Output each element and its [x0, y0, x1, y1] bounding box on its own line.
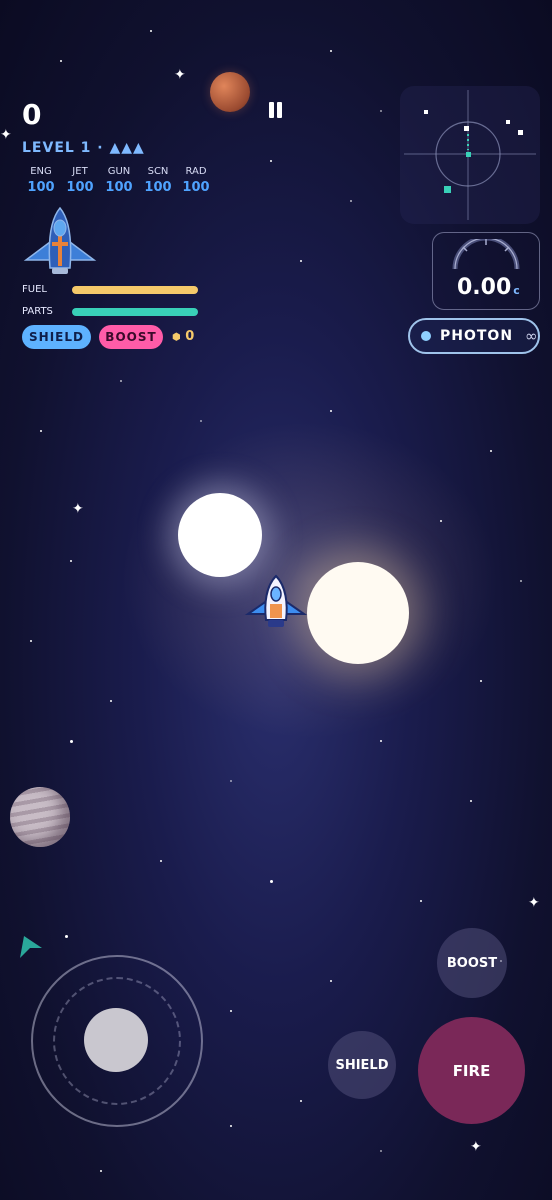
- stat-label: JET: [72, 166, 88, 177]
- fire-button[interactable]: FIRE: [418, 1017, 525, 1124]
- weapon-dot-icon: [421, 331, 431, 341]
- stat-value: 100: [66, 180, 94, 195]
- pause-icon: [269, 102, 274, 118]
- stat-value: 100: [182, 180, 210, 195]
- stat-jet: JET 100: [60, 166, 100, 195]
- direction-arrow-icon: [18, 934, 44, 964]
- pause-button[interactable]: [266, 100, 286, 120]
- stat-scn: SCN 100: [138, 166, 178, 195]
- parts-bar: [72, 308, 198, 316]
- boost-button[interactable]: BOOST: [437, 928, 507, 998]
- coin-count: 0: [185, 329, 195, 344]
- boost-pill: BOOST: [99, 325, 163, 349]
- stat-value: 100: [27, 180, 55, 195]
- stat-label: ENG: [30, 166, 52, 177]
- shield-pill: SHIELD: [22, 325, 91, 349]
- stat-label: RAD: [185, 166, 207, 177]
- stat-value: 100: [105, 180, 133, 195]
- star-glow: [120, 420, 500, 740]
- parts-label: PARTS: [22, 306, 53, 317]
- white-star-right: [307, 562, 409, 664]
- coin-icon: ⬢: [172, 332, 181, 343]
- stat-rad: RAD 100: [176, 166, 216, 195]
- joystick-knob[interactable]: [84, 1008, 148, 1072]
- white-star-left: [178, 493, 262, 577]
- weapon-name: PHOTON: [440, 328, 514, 344]
- level-indicator: LEVEL 1 · ▲▲▲: [22, 140, 145, 156]
- speed-gauge: 0.00 c: [432, 232, 540, 310]
- weapon-selector[interactable]: PHOTON ∞: [408, 318, 540, 354]
- stat-gun: GUN 100: [99, 166, 139, 195]
- weapon-ammo: ∞: [525, 327, 538, 345]
- red-planet: [210, 72, 250, 112]
- radar-minimap: [400, 86, 540, 224]
- coin-counter: ⬢ 0: [172, 329, 194, 344]
- joystick[interactable]: [31, 955, 203, 1127]
- fuel-bar: [72, 286, 198, 294]
- player-ship: [244, 574, 308, 630]
- stat-eng: ENG 100: [21, 166, 61, 195]
- stat-label: GUN: [107, 166, 131, 177]
- striped-planet: [10, 787, 70, 847]
- stat-label: SCN: [147, 166, 169, 177]
- speed-value: 0.00: [457, 275, 512, 300]
- stat-value: 100: [144, 180, 172, 195]
- shield-button[interactable]: SHIELD: [328, 1031, 396, 1099]
- score-value: 0: [22, 98, 42, 131]
- fuel-label: FUEL: [22, 284, 47, 295]
- ship-schematic-icon: [22, 206, 98, 276]
- speed-unit: c: [513, 284, 520, 297]
